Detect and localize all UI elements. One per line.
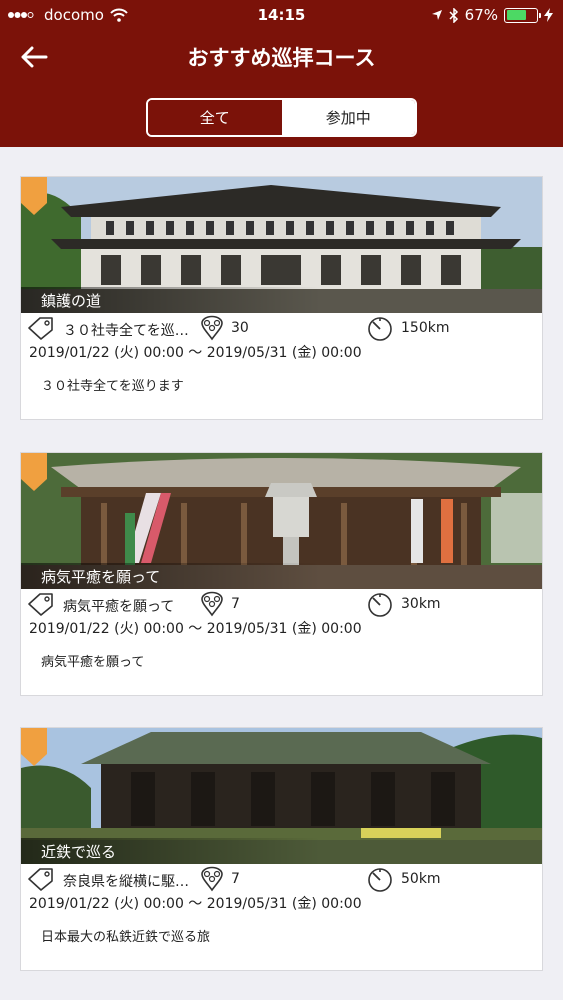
distance-icon <box>368 868 392 892</box>
course-photo: 病気平癒を願って <box>21 453 542 589</box>
course-meta: 病気平癒を願って 7 30km <box>21 589 542 619</box>
course-title: 鎮護の道 <box>21 287 321 313</box>
header: docomo 14:15 67% おすすめ巡拝コース 全て 参加中 <box>0 0 563 147</box>
course-card[interactable]: 鎮護の道 ３０社寺全てを巡… 30 150km 2019/01/22 (火) 0… <box>20 176 543 420</box>
segmented-control: 全て 参加中 <box>146 98 417 137</box>
bookmark-ribbon-icon <box>21 453 47 491</box>
course-tag: ３０社寺全てを巡… <box>63 323 189 339</box>
course-meta: 奈良県を縦横に駆… 7 50km <box>21 864 542 894</box>
spot-count: 7 <box>231 871 240 887</box>
course-period: 2019/01/22 (火) 00:00 〜 2019/05/31 (金) 00… <box>29 345 362 361</box>
course-title: 病気平癒を願って <box>21 563 321 589</box>
course-description: ３０社寺全てを巡ります <box>41 379 184 394</box>
course-title: 近鉄で巡る <box>21 838 321 864</box>
charging-bolt-icon <box>544 8 553 22</box>
course-card[interactable]: 病気平癒を願って 病気平癒を願って 7 30km 2019/01/22 (火) … <box>20 452 543 696</box>
course-tag: 病気平癒を願って <box>63 599 175 615</box>
distance-icon <box>368 593 392 617</box>
status-bar: docomo 14:15 67% <box>0 0 563 30</box>
course-description: 日本最大の私鉄近鉄で巡る旅 <box>41 930 211 945</box>
spot-count: 30 <box>231 320 249 336</box>
distance-value: 30km <box>401 596 441 612</box>
spot-count: 7 <box>231 596 240 612</box>
battery-level <box>506 10 526 20</box>
course-description: 病気平癒を願って <box>41 655 145 670</box>
navigation-bar: おすすめ巡拝コース <box>0 30 563 84</box>
map-pins-icon <box>201 866 223 892</box>
distance-icon <box>368 317 392 341</box>
segment-all[interactable]: 全て <box>148 100 282 135</box>
location-arrow-icon <box>431 10 442 20</box>
bookmark-ribbon-icon <box>21 728 47 766</box>
tag-icon <box>28 593 53 616</box>
distance-value: 150km <box>401 320 450 336</box>
course-period: 2019/01/22 (火) 00:00 〜 2019/05/31 (金) 00… <box>29 621 362 637</box>
segment-participating[interactable]: 参加中 <box>281 100 415 135</box>
battery-percent: 67% <box>464 6 498 24</box>
course-period: 2019/01/22 (火) 00:00 〜 2019/05/31 (金) 00… <box>29 896 362 912</box>
bluetooth-icon <box>449 7 458 23</box>
map-pins-icon <box>201 591 223 617</box>
course-meta: ３０社寺全てを巡… 30 150km <box>21 313 542 343</box>
map-pins-icon <box>201 315 223 341</box>
battery-icon <box>504 7 541 23</box>
bookmark-ribbon-icon <box>21 177 47 215</box>
course-tag: 奈良県を縦横に駆… <box>63 874 189 890</box>
course-card[interactable]: 近鉄で巡る 奈良県を縦横に駆… 7 50km 2019/01/22 (火) 00… <box>20 727 543 971</box>
page-title: おすすめ巡拝コース <box>187 46 376 70</box>
status-right: 67% <box>431 6 553 24</box>
course-photo: 近鉄で巡る <box>21 728 542 864</box>
distance-value: 50km <box>401 871 441 887</box>
tag-icon <box>28 317 53 340</box>
course-photo: 鎮護の道 <box>21 177 542 313</box>
tag-icon <box>28 868 53 891</box>
